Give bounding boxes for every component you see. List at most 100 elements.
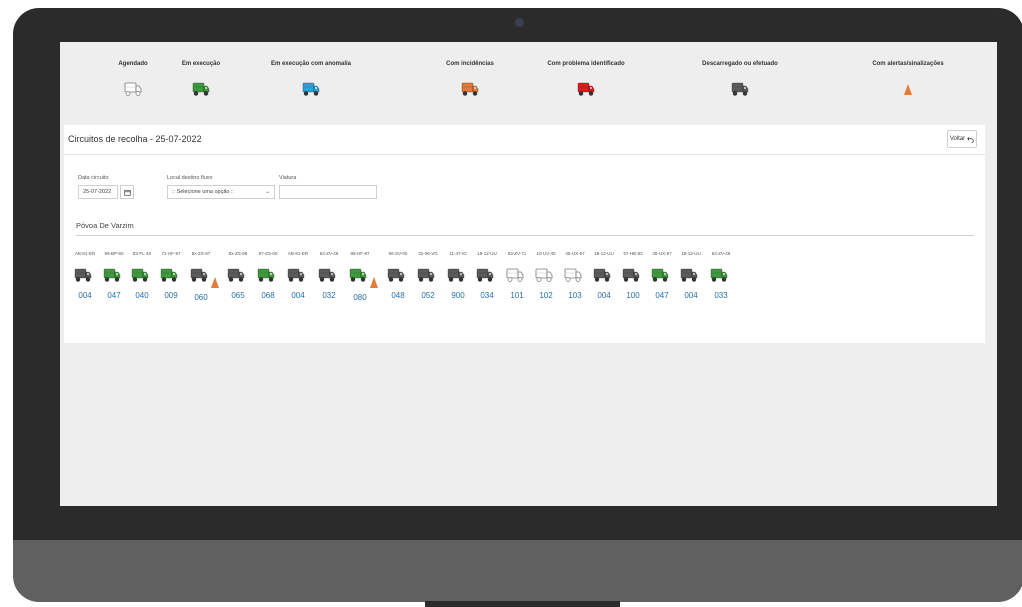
vehicle-plate: 87-ZS-00 xyxy=(258,251,278,256)
calendar-button[interactable] xyxy=(120,185,134,199)
truck-icon xyxy=(709,266,729,284)
vehicle-input[interactable] xyxy=(279,185,377,199)
vehicle-item[interactable]: 88-HF-87 080 xyxy=(345,251,378,302)
legend-item: Em execução com anomalia xyxy=(246,42,376,98)
vehicle-number[interactable]: 047 xyxy=(647,291,677,300)
vehicle-item[interactable]: 83-ZV-48 032 xyxy=(314,251,344,300)
vehicle-number[interactable]: 060 xyxy=(186,293,216,302)
vehicle-plate: 45-UX-87 xyxy=(565,251,585,256)
vehicle-item[interactable]: 18-12-UU 004 xyxy=(589,251,619,300)
legend-label: Descarregado ou efetuado xyxy=(702,61,778,67)
vehicle-item[interactable]: 8x-ZS-97 060 xyxy=(186,251,219,302)
vehicle-number[interactable]: 080 xyxy=(345,293,375,302)
vehicle-number[interactable]: 101 xyxy=(502,291,532,300)
legend-label: Com incidências xyxy=(446,61,494,67)
vehicle-item[interactable]: 83-ZV-48 033 xyxy=(706,251,736,300)
vehicle-plate: 63-ZV-71 xyxy=(507,251,527,256)
truck-icon xyxy=(730,80,750,98)
vehicle-item[interactable]: AB-81-ER 004 xyxy=(283,251,313,300)
vehicle-plate: 97-HB-92 xyxy=(623,251,643,256)
vehicle-number[interactable]: 004 xyxy=(283,291,313,300)
destination-value: :: Selecione uma opção :: xyxy=(172,189,235,195)
back-button[interactable]: Voltar xyxy=(947,130,977,148)
truck-icon xyxy=(73,266,93,284)
vehicle-number[interactable]: 068 xyxy=(253,291,283,300)
truck-icon xyxy=(301,80,321,98)
truck-outline-icon xyxy=(563,266,583,284)
vehicle-number[interactable]: 065 xyxy=(223,291,253,300)
vehicle-plate: 59-BP-60 xyxy=(104,251,124,256)
vehicle-plate: 71-HF-97 xyxy=(161,251,181,256)
status-legend: Agendado Em execução Em execução com anoma… xyxy=(60,42,997,122)
vehicle-item[interactable]: 45-UX-87 103 xyxy=(560,251,590,300)
truck-icon xyxy=(226,266,246,284)
vehicle-number[interactable]: 103 xyxy=(560,291,590,300)
region-divider xyxy=(76,235,974,236)
vehicle-number[interactable]: 900 xyxy=(443,291,473,300)
vehicle-item[interactable]: 59-BP-60 047 xyxy=(99,251,129,300)
destination-label: Local destino fluxo xyxy=(167,175,213,181)
date-value: 25-07-2022 xyxy=(83,189,112,195)
truck-icon xyxy=(159,266,179,284)
vehicle-number[interactable]: 009 xyxy=(156,291,186,300)
legend-item: Com alertas/sinalizações xyxy=(843,42,973,98)
truck-icon xyxy=(576,80,596,98)
vehicle-item[interactable]: 97-HB-92 100 xyxy=(618,251,648,300)
vehicle-number[interactable]: 052 xyxy=(413,291,443,300)
vehicle-item[interactable]: 32-06-VG 052 xyxy=(413,251,443,300)
truck-icon xyxy=(130,266,150,284)
destination-select[interactable]: :: Selecione uma opção :: ⌄ xyxy=(167,185,275,199)
vehicle-item[interactable]: 96-SV-00 048 xyxy=(383,251,413,300)
vehicle-plate: 18-12-UU xyxy=(681,251,701,256)
region-title: Póvoa De Varzim xyxy=(76,221,134,230)
truck-icon xyxy=(348,266,368,284)
vehicle-number[interactable]: 034 xyxy=(472,291,502,300)
vehicle-item[interactable]: 63-ZV-71 101 xyxy=(502,251,532,300)
vehicle-item[interactable]: 11-47-IG 900 xyxy=(443,251,473,300)
date-label: Data circuito xyxy=(78,175,109,181)
vehicle-item[interactable]: 83-FL-40 040 xyxy=(127,251,157,300)
vehicle-plate: 11-47-IG xyxy=(449,251,467,256)
truck-icon xyxy=(191,80,211,98)
card-header: Circuitos de recolha - 25-07-2022 Voltar xyxy=(64,125,985,155)
vehicle-number[interactable]: 102 xyxy=(531,291,561,300)
back-button-label: Voltar xyxy=(949,136,966,142)
vehicle-item[interactable]: 10-UV-40 102 xyxy=(531,251,561,300)
vehicle-item[interactable]: 87-ZS-00 068 xyxy=(253,251,283,300)
legend-label: Com alertas/sinalizações xyxy=(872,61,944,67)
app-screen: Agendado Em execução Em execução com anoma… xyxy=(60,42,997,506)
vehicle-item[interactable]: 45-UX-87 047 xyxy=(647,251,677,300)
vehicle-number[interactable]: 032 xyxy=(314,291,344,300)
vehicle-number[interactable]: 004 xyxy=(676,291,706,300)
vehicle-number[interactable]: 004 xyxy=(589,291,619,300)
vehicle-number[interactable]: 047 xyxy=(99,291,129,300)
vehicle-item[interactable]: 18-12-UU 004 xyxy=(676,251,706,300)
truck-icon xyxy=(416,266,436,284)
vehicle-plate: 32-06-VG xyxy=(418,251,438,256)
vehicle-item[interactable]: 8x-ZS-98 065 xyxy=(223,251,253,300)
vehicle-item[interactable]: AB-81-ER 004 xyxy=(70,251,100,300)
vehicle-plate: 8x-ZS-98 xyxy=(228,251,248,256)
date-input[interactable]: 25-07-2022 xyxy=(78,185,118,199)
laptop-hinge xyxy=(425,601,620,607)
truck-icon xyxy=(679,266,699,284)
vehicle-number[interactable]: 048 xyxy=(383,291,413,300)
truck-icon xyxy=(621,266,641,284)
legend-label: Em execução com anomalia xyxy=(270,61,352,67)
calendar-icon xyxy=(123,189,131,196)
vehicle-plate: AB-81-ER xyxy=(74,251,96,256)
vehicle-number[interactable]: 100 xyxy=(618,291,648,300)
cone-icon xyxy=(904,80,912,98)
vehicle-number[interactable]: 004 xyxy=(70,291,100,300)
vehicle-plate: 96-SV-00 xyxy=(388,251,408,256)
vehicle-item[interactable]: 18-12-UU 034 xyxy=(472,251,502,300)
vehicle-plate: 45-UX-87 xyxy=(652,251,672,256)
circuits-card: Circuitos de recolha - 25-07-2022 Voltar… xyxy=(64,125,985,343)
vehicle-number[interactable]: 033 xyxy=(706,291,736,300)
vehicle-plate: 83-FL-40 xyxy=(132,251,152,256)
webcam xyxy=(515,18,524,27)
truck-outline-icon xyxy=(534,266,554,284)
vehicle-item[interactable]: 71-HF-97 009 xyxy=(156,251,186,300)
vehicle-number[interactable]: 040 xyxy=(127,291,157,300)
truck-icon xyxy=(189,266,209,284)
